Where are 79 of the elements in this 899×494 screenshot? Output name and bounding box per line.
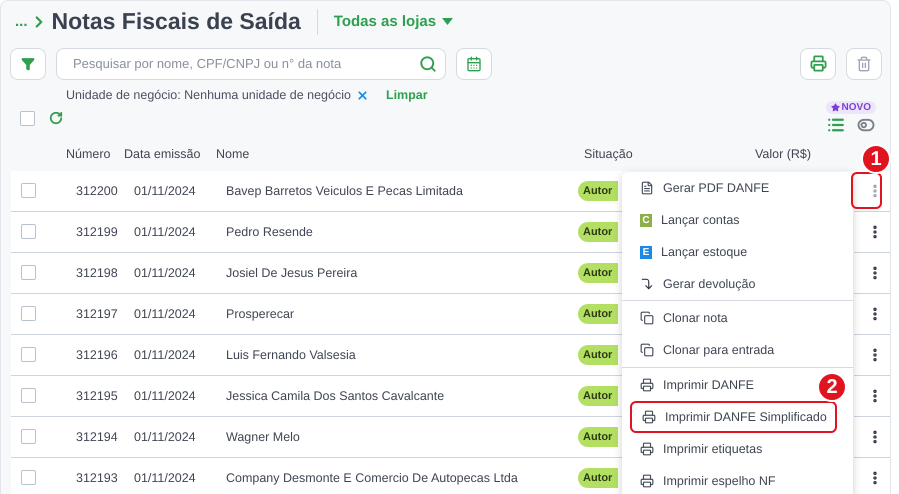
status-badge: Autor (578, 344, 618, 365)
table-cell-text: Pedro Resende (226, 224, 314, 239)
row-checkbox[interactable] (21, 470, 36, 486)
table-cell-text: 312200 (76, 184, 119, 198)
search-field[interactable]: Pesquisar por nome, CPF/CNPJ ou n° da nota (56, 48, 446, 80)
table-cell-text: 01/11/2024 (134, 470, 197, 485)
letter-icon: E (640, 246, 652, 258)
table-cell-text: 01/11/2024 (134, 224, 197, 239)
page-title: Notas Fiscais de Saída (52, 8, 301, 36)
table-cell-text: 312194 (76, 430, 119, 444)
table-cell-text: 312199 (76, 224, 119, 239)
column-header: Situação (584, 147, 634, 162)
table-cell-text: Jessica Camila Dos Santos Cavalcante (226, 388, 446, 403)
list-view-icon[interactable] (826, 116, 845, 134)
table-cell-text: 312193 (76, 470, 119, 485)
table-cell-text: 312197 (76, 306, 119, 321)
printer-icon (642, 410, 656, 424)
column-header: Número (66, 147, 112, 162)
filter-chip-label: Unidade de negócio: Nenhuma unidade de negócio (66, 88, 351, 102)
letter-icon: C (640, 214, 652, 226)
new-badge: NOVO (826, 101, 876, 114)
table-cell-text: Company Desmonte E Comercio De Autopecas Ltda (226, 470, 519, 485)
table-cell-text: Wagner Melo (226, 430, 301, 444)
table-cell-text: 01/11/2024 (134, 430, 197, 444)
calendar-icon (466, 56, 482, 72)
table-cell-text: Josiel De Jesus Pereira (226, 266, 358, 280)
search-icon[interactable] (419, 54, 437, 73)
row-checkbox[interactable] (21, 429, 36, 444)
status-badge: Autor (578, 180, 618, 201)
table-cell-text: 01/11/2024 (134, 388, 197, 403)
select-all-checkbox[interactable] (20, 111, 35, 126)
calendar-button[interactable] (456, 48, 492, 80)
table-cell-text: 01/11/2024 (134, 348, 197, 362)
arrow-down-icon (640, 277, 654, 291)
table-cell-text: 312198 (76, 266, 119, 280)
table-cell-text: 01/11/2024 (134, 266, 197, 280)
status-badge: Autor (578, 426, 618, 447)
printer-icon (640, 442, 654, 456)
column-header: Nome (216, 147, 250, 162)
column-header: Data emissão (124, 147, 202, 162)
row-checkbox[interactable] (21, 347, 36, 362)
status-badge: Autor (578, 222, 618, 242)
row-checkbox[interactable] (21, 265, 36, 280)
table-cell-text: Luis Fernando Valsesia (226, 348, 357, 362)
close-icon[interactable] (356, 88, 369, 102)
printer-icon (640, 378, 654, 392)
star-icon (830, 103, 840, 112)
status-badge: Autor (578, 304, 618, 324)
table-cell-text: 01/11/2024 (134, 184, 197, 198)
menu-item[interactable]: Gerar PDF DANFE (622, 172, 778, 204)
refresh-icon[interactable] (49, 111, 63, 126)
copy-icon (640, 311, 654, 325)
menu-item[interactable]: Imprimir DANFE Simplificado (630, 401, 837, 433)
table-cell-text: 312195 (76, 388, 119, 403)
printer-icon (810, 55, 826, 72)
row-checkbox[interactable] (21, 183, 36, 198)
filter-button[interactable] (10, 48, 46, 80)
status-badge: Autor (578, 262, 618, 283)
trash-icon (856, 56, 872, 72)
printer-icon (640, 474, 654, 488)
table-cell-text: Bavep Barretos Veiculos E Pecas Limitada (226, 184, 464, 198)
delete-button[interactable] (846, 48, 882, 80)
status-badge: Autor (578, 468, 618, 488)
table-cell-text: 01/11/2024 (134, 306, 197, 321)
pdf-file-icon (640, 181, 654, 195)
menu-item[interactable]: Clonar nota (622, 302, 736, 334)
caret-icon (442, 18, 454, 26)
print-button[interactable] (800, 48, 836, 80)
filter-icon (21, 56, 35, 71)
status-badge: Autor (578, 386, 618, 406)
table-cell-text: 312196 (76, 348, 119, 362)
copy-icon (640, 343, 654, 357)
column-header: Valor (R$) (755, 147, 812, 162)
row-checkbox[interactable] (21, 388, 36, 404)
row-checkbox[interactable] (21, 306, 36, 322)
menu-item[interactable]: Imprimir espelho NF (622, 465, 784, 494)
menu-item[interactable]: Clonar para entrada (622, 334, 782, 366)
table-cell-text: Prosperecar (226, 306, 296, 321)
row-checkbox[interactable] (21, 224, 36, 240)
